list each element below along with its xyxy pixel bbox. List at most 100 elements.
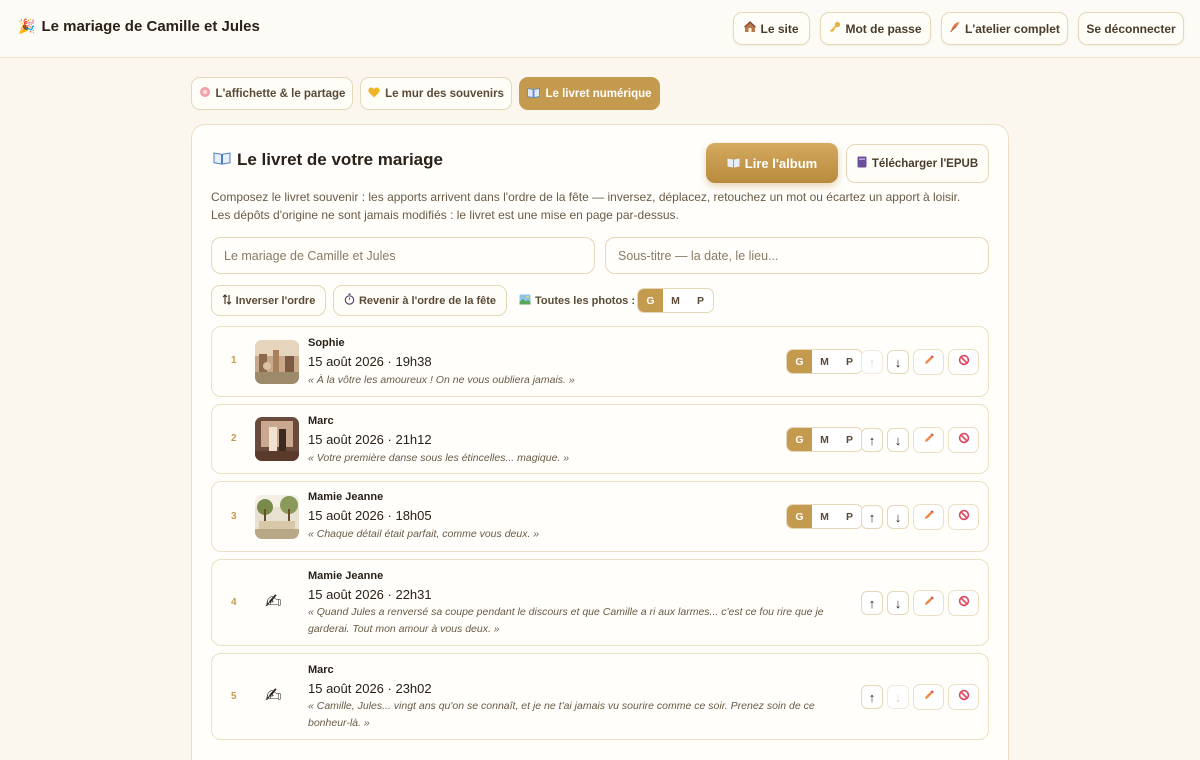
pencil-icon bbox=[923, 353, 935, 371]
list-item: 3 Mamie Jeanne 15 août 2026 · 18h05 « Ch… bbox=[211, 481, 989, 552]
workshop-button[interactable]: L'atelier complet bbox=[941, 12, 1068, 45]
read-album-button[interactable]: Lire l'album bbox=[706, 143, 838, 183]
entry-size-toggle[interactable]: G M P bbox=[786, 349, 863, 374]
entry-quote[interactable]: « Camille, Jules... vingt ans qu'on se c… bbox=[308, 698, 838, 732]
move-down-button[interactable]: ↓ bbox=[887, 428, 909, 452]
entry-number: 5 bbox=[231, 691, 237, 702]
arrow-down-icon: ↓ bbox=[894, 689, 902, 705]
pencil-icon bbox=[923, 431, 935, 449]
size-option-g[interactable]: G bbox=[787, 428, 812, 451]
edit-button[interactable] bbox=[913, 349, 944, 375]
exclude-button[interactable] bbox=[948, 590, 979, 616]
move-up-button[interactable]: ↑ bbox=[861, 505, 883, 529]
app-brand: 🎉 Le mariage de Camille et Jules bbox=[18, 18, 260, 35]
move-down-button[interactable]: ↓ bbox=[887, 505, 909, 529]
password-button[interactable]: Mot de passe bbox=[820, 12, 931, 45]
tab-poster-share[interactable]: L'affichette & le partage bbox=[191, 77, 353, 110]
entry-author: Marc bbox=[308, 664, 334, 676]
move-up-button[interactable]: ↑ bbox=[861, 685, 883, 709]
entry-author: Sophie bbox=[308, 337, 345, 349]
size-option-m[interactable]: M bbox=[812, 350, 837, 373]
password-button-label: Mot de passe bbox=[845, 21, 922, 36]
feather-icon bbox=[949, 21, 961, 36]
app-title: Le mariage de Camille et Jules bbox=[41, 18, 260, 35]
edit-button[interactable] bbox=[913, 504, 944, 530]
open-book-icon bbox=[527, 87, 541, 101]
move-down-button[interactable]: ↓ bbox=[887, 350, 909, 374]
tab-digital-booklet[interactable]: Le livret numérique bbox=[519, 77, 660, 110]
size-option-m[interactable]: M bbox=[812, 428, 837, 451]
size-option-p[interactable]: P bbox=[688, 289, 713, 312]
size-option-m[interactable]: M bbox=[663, 289, 688, 312]
ticket-icon bbox=[199, 86, 211, 101]
entry-timestamp: 15 août 2026 · 23h02 bbox=[308, 681, 432, 696]
entry-size-toggle[interactable]: G M P bbox=[786, 427, 863, 452]
arrow-down-icon: ↓ bbox=[894, 432, 902, 448]
size-option-m[interactable]: M bbox=[812, 505, 837, 528]
key-icon bbox=[829, 21, 841, 36]
exclude-button[interactable] bbox=[948, 504, 979, 530]
prohibited-icon bbox=[958, 688, 970, 706]
book-icon bbox=[857, 156, 867, 171]
arrow-up-icon: ↑ bbox=[868, 595, 876, 611]
tab-label: Le livret numérique bbox=[545, 87, 652, 100]
booklet-subtitle-input[interactable] bbox=[605, 237, 989, 274]
all-photos-size-toggle[interactable]: G M P bbox=[637, 288, 714, 313]
open-book-icon bbox=[213, 150, 231, 170]
arrow-up-icon: ↑ bbox=[868, 354, 876, 370]
prohibited-icon bbox=[958, 353, 970, 371]
logout-button[interactable]: Se déconnecter bbox=[1078, 12, 1184, 45]
booklet-title-input[interactable] bbox=[211, 237, 595, 274]
reset-order-button[interactable]: Revenir à l'ordre de la fête bbox=[333, 285, 507, 316]
prohibited-icon bbox=[958, 594, 970, 612]
size-option-g[interactable]: G bbox=[638, 289, 663, 312]
writing-hand-icon: ✍ bbox=[265, 685, 282, 707]
move-down-button[interactable]: ↓ bbox=[887, 591, 909, 615]
download-epub-label: Télécharger l'EPUB bbox=[871, 157, 979, 170]
prohibited-icon bbox=[958, 431, 970, 449]
entry-quote[interactable]: « Chaque détail était parfait, comme vou… bbox=[308, 526, 838, 543]
entry-number: 4 bbox=[231, 597, 237, 608]
arrow-up-icon: ↑ bbox=[868, 689, 876, 705]
workshop-button-label: L'atelier complet bbox=[965, 21, 1060, 36]
move-up-button[interactable]: ↑ bbox=[861, 350, 883, 374]
entry-timestamp: 15 août 2026 · 21h12 bbox=[308, 432, 432, 447]
entry-quote[interactable]: « Quand Jules a renversé sa coupe pendan… bbox=[308, 604, 838, 638]
entry-size-toggle[interactable]: G M P bbox=[786, 504, 863, 529]
tab-label: Le mur des souvenirs bbox=[385, 87, 504, 100]
size-option-g[interactable]: G bbox=[787, 350, 812, 373]
download-epub-button[interactable]: Télécharger l'EPUB bbox=[846, 144, 989, 183]
size-option-p[interactable]: P bbox=[837, 350, 862, 373]
entry-photo[interactable] bbox=[255, 340, 299, 384]
move-down-button[interactable]: ↓ bbox=[887, 685, 909, 709]
pencil-icon bbox=[923, 594, 935, 612]
reset-order-label: Revenir à l'ordre de la fête bbox=[358, 294, 497, 307]
pencil-icon bbox=[923, 508, 935, 526]
arrow-down-icon: ↓ bbox=[894, 354, 902, 370]
edit-button[interactable] bbox=[913, 684, 944, 710]
size-option-p[interactable]: P bbox=[837, 428, 862, 451]
entry-photo[interactable] bbox=[255, 495, 299, 539]
entry-quote[interactable]: « À la vôtre les amoureux ! On ne vous o… bbox=[308, 372, 838, 389]
move-up-button[interactable]: ↑ bbox=[861, 591, 883, 615]
entry-author: Marc bbox=[308, 415, 334, 427]
entry-quote[interactable]: « Votre première danse sous les étincell… bbox=[308, 450, 838, 467]
tab-memory-wall[interactable]: Le mur des souvenirs bbox=[360, 77, 512, 110]
edit-button[interactable] bbox=[913, 427, 944, 453]
exclude-button[interactable] bbox=[948, 684, 979, 710]
arrow-up-icon: ↑ bbox=[868, 509, 876, 525]
site-button[interactable]: Le site bbox=[733, 12, 810, 45]
exclude-button[interactable] bbox=[948, 427, 979, 453]
entry-author: Mamie Jeanne bbox=[308, 491, 384, 503]
invert-order-button[interactable]: Inverser l'ordre bbox=[211, 285, 326, 316]
edit-button[interactable] bbox=[913, 590, 944, 616]
move-up-button[interactable]: ↑ bbox=[861, 428, 883, 452]
exclude-button[interactable] bbox=[948, 349, 979, 375]
entry-timestamp: 15 août 2026 · 22h31 bbox=[308, 587, 432, 602]
list-item: 2 Marc 15 août 2026 · 21h12 « Votre prem… bbox=[211, 404, 989, 474]
house-icon bbox=[744, 21, 757, 36]
entry-photo[interactable] bbox=[255, 417, 299, 461]
pencil-icon bbox=[923, 688, 935, 706]
size-option-g[interactable]: G bbox=[787, 505, 812, 528]
size-option-p[interactable]: P bbox=[837, 505, 862, 528]
